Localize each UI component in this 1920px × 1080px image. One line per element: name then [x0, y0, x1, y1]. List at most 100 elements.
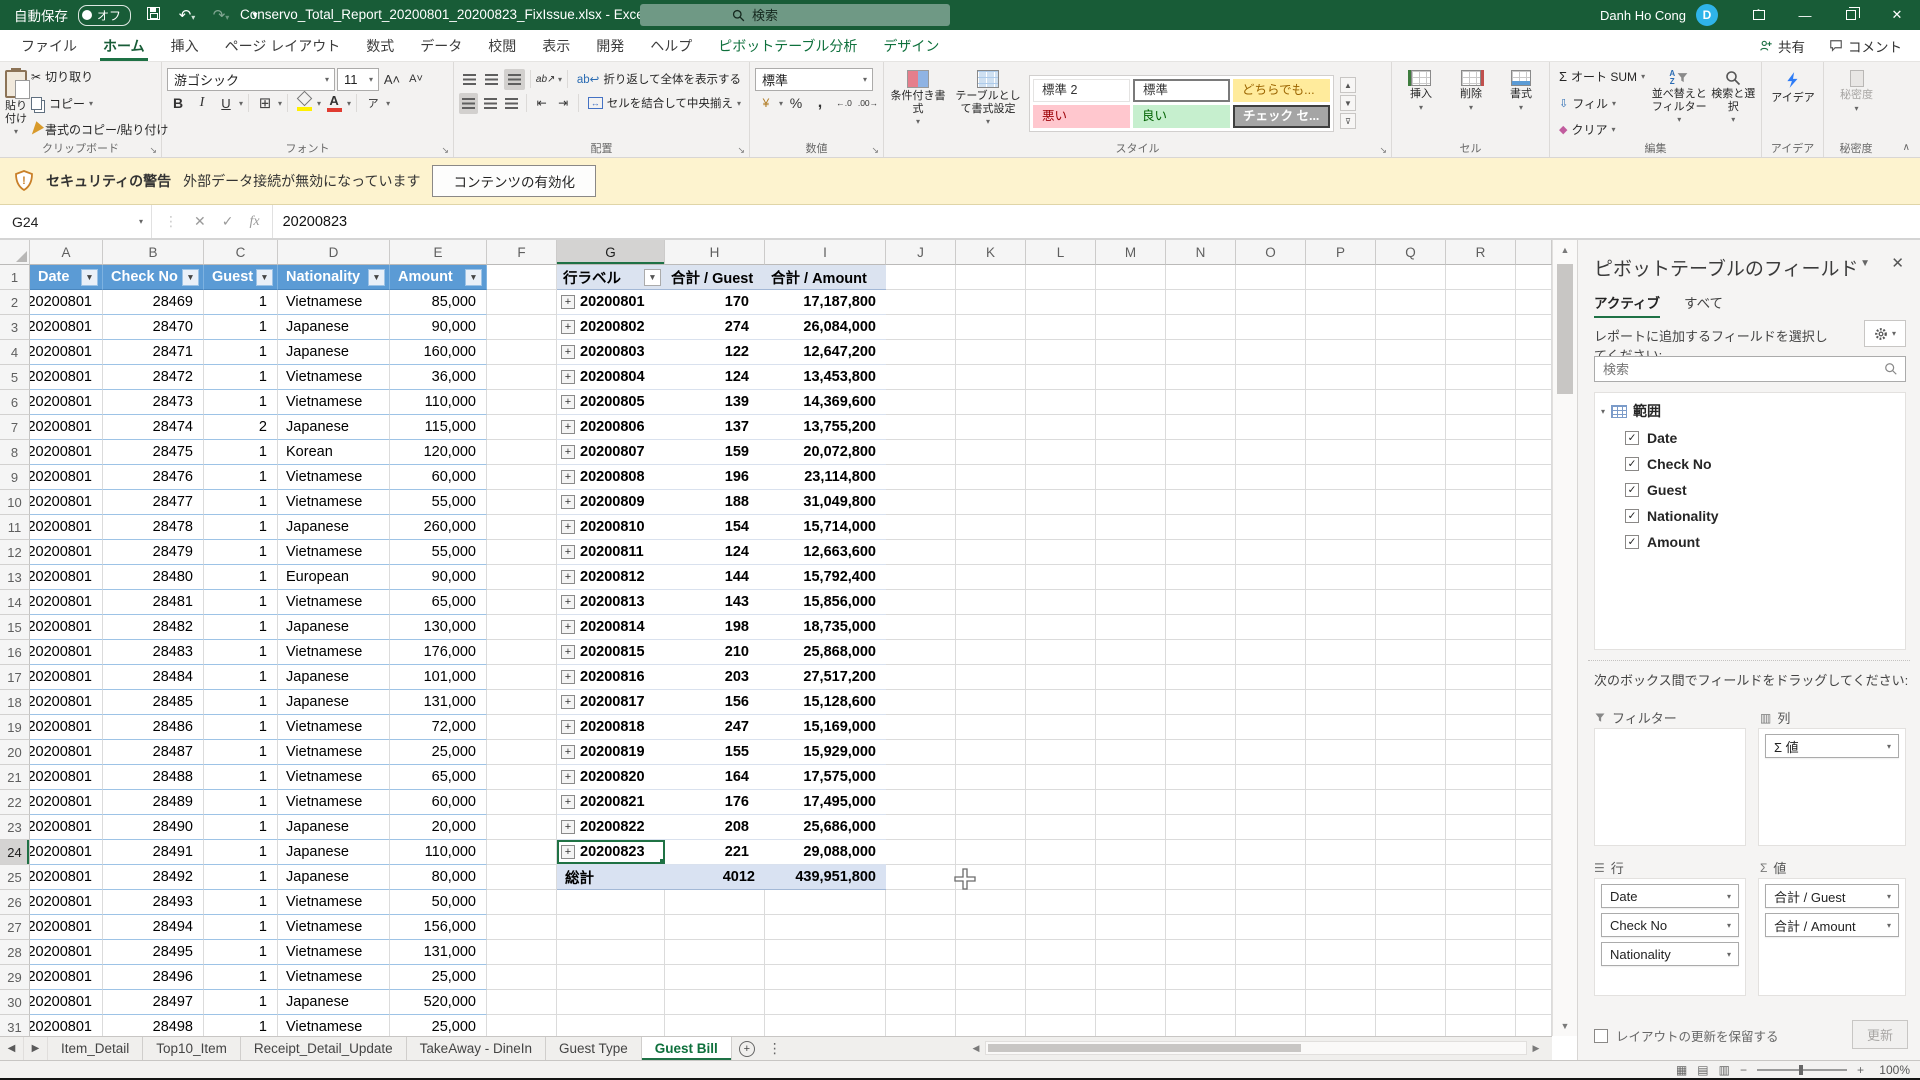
number-dialog-launcher-icon[interactable]: ↘	[871, 146, 879, 155]
cell-E15[interactable]: 130,000	[390, 615, 487, 640]
cell-H18[interactable]: 156	[665, 690, 765, 715]
cell-O27[interactable]	[1236, 915, 1306, 940]
cell-I24[interactable]: 29,088,000	[765, 840, 886, 865]
cell-G26[interactable]	[557, 890, 665, 915]
cell-R20[interactable]	[1446, 740, 1516, 765]
zoom-out-icon[interactable]: −	[1740, 1063, 1747, 1077]
cell-blank[interactable]	[1516, 490, 1552, 515]
cell-I2[interactable]: 17,187,800	[765, 290, 886, 315]
cell-C24[interactable]: 1	[204, 840, 278, 865]
cell-L4[interactable]	[1026, 340, 1096, 365]
cell-J10[interactable]	[886, 490, 956, 515]
cell-E16[interactable]: 176,000	[390, 640, 487, 665]
cell-D22[interactable]: Vietnamese	[278, 790, 390, 815]
sheet-tab-takeaway---dinein[interactable]: TakeAway - DineIn	[407, 1037, 546, 1060]
cell-G31[interactable]	[557, 1015, 665, 1036]
cell-F1[interactable]	[487, 265, 557, 290]
cell-D19[interactable]: Vietnamese	[278, 715, 390, 740]
cell-R30[interactable]	[1446, 990, 1516, 1015]
cell-J25[interactable]	[886, 865, 956, 890]
cell-Q30[interactable]	[1376, 990, 1446, 1015]
cell-blank[interactable]	[1516, 890, 1552, 915]
name-box[interactable]: G24▾	[0, 205, 152, 238]
cell-E30[interactable]: 520,000	[390, 990, 487, 1015]
cell-blank[interactable]	[1516, 390, 1552, 415]
zoom-level[interactable]: 100%	[1874, 1063, 1910, 1077]
field-checkbox[interactable]: ✓	[1625, 535, 1639, 549]
cell-O2[interactable]	[1236, 290, 1306, 315]
cell-G4[interactable]: +20200803	[557, 340, 665, 365]
cell-M19[interactable]	[1096, 715, 1166, 740]
vertical-scrollbar-thumb[interactable]	[1557, 264, 1573, 394]
cell-C18[interactable]: 1	[204, 690, 278, 715]
page-break-view-icon[interactable]: ▥	[1719, 1063, 1730, 1077]
cell-M31[interactable]	[1096, 1015, 1166, 1036]
cell-J7[interactable]	[886, 415, 956, 440]
cell-Q20[interactable]	[1376, 740, 1446, 765]
menu-tab-6[interactable]: データ	[407, 30, 475, 61]
close-icon[interactable]: ✕	[1874, 0, 1920, 30]
cell-O28[interactable]	[1236, 940, 1306, 965]
cell-I13[interactable]: 15,792,400	[765, 565, 886, 590]
cell-P27[interactable]	[1306, 915, 1376, 940]
cell-B19[interactable]: 28486	[103, 715, 204, 740]
cell-B14[interactable]: 28481	[103, 590, 204, 615]
cell-P25[interactable]	[1306, 865, 1376, 890]
cell-R8[interactable]	[1446, 440, 1516, 465]
cell-E13[interactable]: 90,000	[390, 565, 487, 590]
cell-D26[interactable]: Vietnamese	[278, 890, 390, 915]
cell-K22[interactable]	[956, 790, 1026, 815]
cell-O7[interactable]	[1236, 415, 1306, 440]
cell-G23[interactable]: +20200822	[557, 815, 665, 840]
clear-button[interactable]: ◆クリア▾	[1555, 120, 1649, 139]
cell-R4[interactable]	[1446, 340, 1516, 365]
cell-K29[interactable]	[956, 965, 1026, 990]
cell-B11[interactable]: 28478	[103, 515, 204, 540]
expand-icon[interactable]: +	[561, 770, 575, 784]
cell-K1[interactable]	[956, 265, 1026, 290]
cell-M9[interactable]	[1096, 465, 1166, 490]
expand-icon[interactable]: +	[561, 745, 575, 759]
cell-P6[interactable]	[1306, 390, 1376, 415]
cell-A9[interactable]: 20200801	[30, 465, 103, 490]
column-header-C[interactable]: C	[204, 240, 278, 265]
cell-O23[interactable]	[1236, 815, 1306, 840]
cell-C21[interactable]: 1	[204, 765, 278, 790]
pivot-header-G1[interactable]: 行ラベル▼	[557, 265, 665, 290]
cell-J8[interactable]	[886, 440, 956, 465]
cell-N7[interactable]	[1166, 415, 1236, 440]
increase-indent-icon[interactable]: ⇥	[554, 93, 573, 114]
column-header-G[interactable]: G	[557, 240, 665, 265]
cell-G9[interactable]: +20200808	[557, 465, 665, 490]
cell-C9[interactable]: 1	[204, 465, 278, 490]
expand-icon[interactable]: +	[561, 320, 575, 334]
filter-dropdown-icon[interactable]: ▼	[465, 269, 482, 286]
cell-A31[interactable]: 20200801	[30, 1015, 103, 1036]
cell-C6[interactable]: 1	[204, 390, 278, 415]
alignment-dialog-launcher-icon[interactable]: ↘	[737, 146, 745, 155]
cell-A19[interactable]: 20200801	[30, 715, 103, 740]
cell-I19[interactable]: 15,169,000	[765, 715, 886, 740]
cell-A25[interactable]: 20200801	[30, 865, 103, 890]
cell-E12[interactable]: 55,000	[390, 540, 487, 565]
cell-M3[interactable]	[1096, 315, 1166, 340]
cell-K20[interactable]	[956, 740, 1026, 765]
cell-E2[interactable]: 85,000	[390, 290, 487, 315]
comma-format-icon[interactable]: ,	[809, 93, 831, 114]
search-input[interactable]	[752, 8, 872, 23]
italic-button[interactable]: I	[191, 93, 213, 114]
normal-view-icon[interactable]: ▦	[1676, 1063, 1687, 1077]
cell-G18[interactable]: +20200817	[557, 690, 665, 715]
row-header-9[interactable]: 9	[0, 465, 30, 490]
menu-tab-7[interactable]: 校閲	[475, 30, 529, 61]
cell-E14[interactable]: 65,000	[390, 590, 487, 615]
cell-D10[interactable]: Vietnamese	[278, 490, 390, 515]
cell-F28[interactable]	[487, 940, 557, 965]
cell-I18[interactable]: 15,128,600	[765, 690, 886, 715]
field-item-check-no[interactable]: ✓Check No	[1599, 451, 1901, 477]
cell-blank[interactable]	[1516, 365, 1552, 390]
cell-F6[interactable]	[487, 390, 557, 415]
cell-C20[interactable]: 1	[204, 740, 278, 765]
cell-B28[interactable]: 28495	[103, 940, 204, 965]
cell-B13[interactable]: 28480	[103, 565, 204, 590]
